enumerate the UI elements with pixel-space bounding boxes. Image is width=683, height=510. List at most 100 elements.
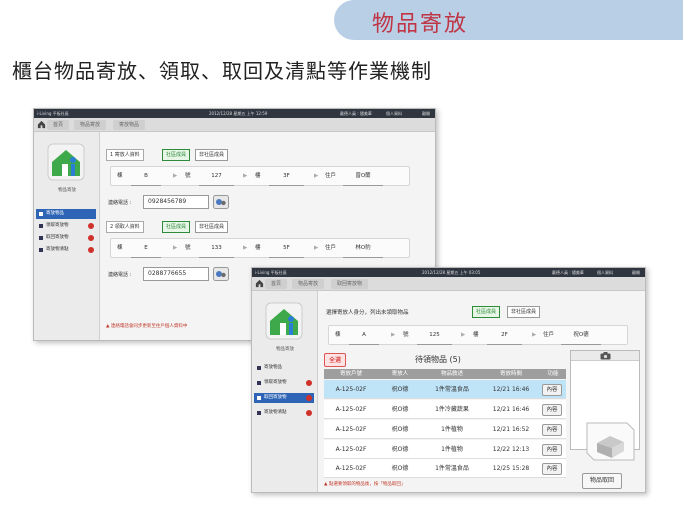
table-row[interactable]: A-125-02F 祝O德 1件常溫食品 12/21 16:46 內容 <box>324 380 566 399</box>
sidebar-item-inventory[interactable]: 寄放物清點 <box>254 408 314 418</box>
alert-badge-icon <box>306 380 312 386</box>
cell-person: 祝O德 <box>391 426 409 433</box>
crumb-home[interactable]: 首頁 <box>47 120 70 130</box>
number-field[interactable]: 125 <box>417 326 452 345</box>
detail-button[interactable]: 內容 <box>542 444 562 456</box>
table-row[interactable]: A-125-02F 祝O德 1件植物 12/22 12:13 內容 <box>324 440 566 459</box>
sidebar-item-label: 取回寄放物 <box>46 235 69 240</box>
chevron-right-icon: ▶ <box>173 173 178 179</box>
number-field[interactable]: 133 <box>199 239 234 258</box>
floor-field[interactable]: 5F <box>269 239 304 258</box>
cell-desc: 1件常溫食品 <box>435 465 469 472</box>
detail-button[interactable]: 內容 <box>542 384 562 396</box>
phone-lookup-icon[interactable] <box>213 267 229 281</box>
member-tab[interactable]: 社區成員 <box>162 221 191 233</box>
alert-badge-icon <box>88 223 94 229</box>
staff-label: 戴德人員 : 隨美華 <box>552 270 584 275</box>
sidebar-item-inventory[interactable]: 寄放物清點 <box>36 245 96 255</box>
exit-link[interactable]: 離開 <box>632 268 640 277</box>
menu-icon <box>39 236 43 240</box>
phone-input[interactable]: 0288776655 <box>143 267 209 281</box>
menu-icon <box>257 396 261 400</box>
retrieve-window: i-Living 平板社區 2012/12/28 星期五 上午 03:05 戴德… <box>251 267 646 493</box>
cell-desc: 1件常溫食品 <box>435 386 469 393</box>
nonmember-tab[interactable]: 非社區成員 <box>195 149 229 161</box>
warning-text: 連絡電話會同步更新至住戶個人資料中 <box>110 324 188 329</box>
table-row[interactable]: A-125-02F 祝O德 1件冷藏蔬果 12/21 16:46 內容 <box>324 400 566 419</box>
sidebar-item-deposit[interactable]: 寄放物品 <box>254 363 314 373</box>
sidebar-item-deposit[interactable]: 寄放物品 <box>36 209 96 219</box>
warning-icon: ▲ <box>324 482 328 487</box>
building-field[interactable]: E <box>131 239 161 258</box>
menu-icon <box>39 248 43 252</box>
building-label: 棟 <box>117 245 123 251</box>
floor-label: 樓 <box>255 173 261 179</box>
warning-icon: ▲ <box>106 324 110 329</box>
table-row[interactable]: A-125-02F 祝O德 1件常溫食品 12/25 15:28 內容 <box>324 459 566 478</box>
sidebar-item-label: 領取寄放物 <box>264 380 287 385</box>
alert-badge-icon <box>88 235 94 241</box>
crumb-current: 取回寄放物 <box>331 279 369 289</box>
building-label: 棟 <box>117 173 123 179</box>
column-header: 寄放戶號 <box>339 371 362 377</box>
crumb-deposit[interactable]: 物品寄放 <box>74 120 107 130</box>
crumb-deposit[interactable]: 物品寄放 <box>292 279 325 289</box>
sidebar-item-receive[interactable]: 領取寄放物 <box>36 221 96 231</box>
sidebar-item-return[interactable]: 取回寄放物 <box>254 393 314 403</box>
cell-desc: 1件植物 <box>441 446 463 453</box>
chevron-right-icon: ▶ <box>314 173 319 179</box>
nonmember-tab[interactable]: 非社區成員 <box>507 306 541 318</box>
floor-field[interactable]: 2F <box>487 326 522 345</box>
crumb-home[interactable]: 首頁 <box>265 279 288 289</box>
floor-field[interactable]: 3F <box>269 167 304 186</box>
sidebar-caption: 物品寄放 <box>58 188 76 193</box>
section-title: 寄放人資料 <box>114 152 140 158</box>
titlebar: i-Living 平板社區 2012/12/28 星期五 上午 03:05 戴德… <box>252 268 645 277</box>
cell-time: 12/21 16:46 <box>492 386 530 393</box>
phone-label: 連絡電話 : <box>108 200 132 206</box>
sidebar-item-label: 寄放物品 <box>46 211 64 216</box>
home-icon[interactable] <box>37 120 46 129</box>
household-field[interactable]: 祝O德 <box>561 326 601 345</box>
column-header: 功能 <box>547 371 559 377</box>
member-tab[interactable]: 社區成員 <box>162 149 191 161</box>
nonmember-tab[interactable]: 非社區成員 <box>195 221 229 233</box>
personal-link[interactable]: 個人資料 <box>597 268 613 277</box>
sidebar-item-label: 寄放物清點 <box>46 247 69 252</box>
camera-icon[interactable] <box>600 352 611 360</box>
retrieve-items-button[interactable]: 物品取回 <box>582 473 622 489</box>
select-all-button[interactable]: 全選 <box>324 353 346 367</box>
sidebar-item-return[interactable]: 取回寄放物 <box>36 233 96 243</box>
number-field[interactable]: 127 <box>199 167 234 186</box>
cell-unit: A-125-02F <box>335 406 367 413</box>
home-icon[interactable] <box>255 279 264 288</box>
detail-button[interactable]: 內容 <box>542 424 562 436</box>
datetime: 2012/12/28 星期五 上午 03:05 <box>422 270 481 275</box>
detail-button[interactable]: 內容 <box>542 463 562 475</box>
household-label: 住戶 <box>325 245 337 251</box>
phone-input[interactable]: 0928456789 <box>143 195 209 209</box>
member-tab[interactable]: 社區成員 <box>472 306 501 318</box>
detail-button[interactable]: 內容 <box>542 404 562 416</box>
building-field[interactable]: B <box>131 167 161 186</box>
section-title: 領取人資料 <box>114 224 140 230</box>
phone-lookup-icon[interactable] <box>213 195 229 209</box>
alert-badge-icon <box>306 410 312 416</box>
building-field[interactable]: A <box>349 326 379 345</box>
phone-label: 連絡電話 : <box>108 272 132 278</box>
datetime: 2012/12/28 星期五 上午 12:59 <box>209 111 268 116</box>
alert-badge-icon <box>306 395 312 401</box>
household-label: 住戶 <box>543 332 555 338</box>
household-field[interactable]: 曾O蘭 <box>343 167 383 186</box>
sidebar-item-receive[interactable]: 領取寄放物 <box>254 378 314 388</box>
chevron-right-icon: ▶ <box>314 245 319 251</box>
table-row[interactable]: A-125-02F 祝O德 1件植物 12/21 16:52 內容 <box>324 420 566 439</box>
exit-link[interactable]: 離開 <box>422 109 430 118</box>
pending-items-title: 待領物品 (5) <box>415 355 461 364</box>
household-field[interactable]: 林O豹 <box>343 239 383 258</box>
column-header: 寄放人 <box>391 371 409 377</box>
column-header: 物品敘述 <box>440 371 463 377</box>
personal-link[interactable]: 個人資料 <box>386 109 402 118</box>
sync-warning: ▲ 連絡電話會同步更新至住戶個人資料中 <box>106 323 187 329</box>
chevron-right-icon: ▶ <box>461 332 466 338</box>
